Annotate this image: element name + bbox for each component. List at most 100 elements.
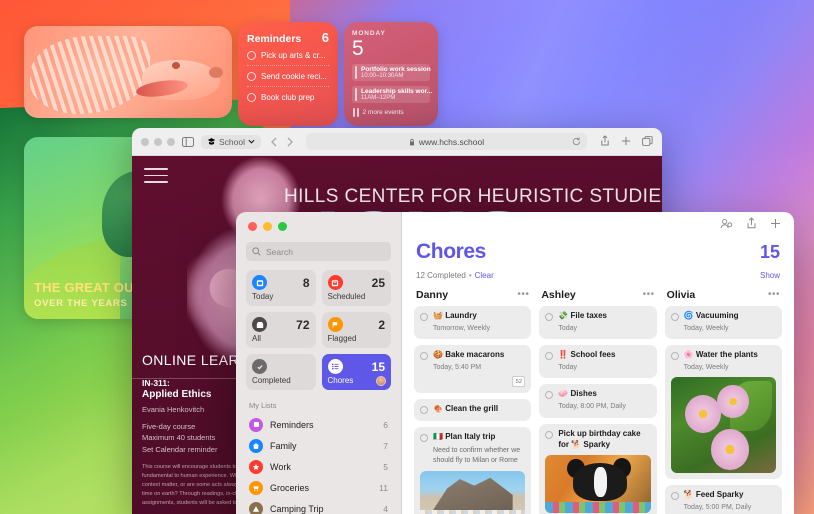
reminders-widget-item[interactable]: Book club prep: [247, 87, 329, 107]
checkbox-circle-icon[interactable]: [247, 93, 256, 102]
task-photo-dog[interactable]: [545, 455, 651, 514]
task-card[interactable]: 🌸 Water the plants Today, Weekly: [664, 345, 782, 480]
reminders-widget-item[interactable]: Send cookie reci...: [247, 66, 329, 87]
smart-list-label: Today: [252, 292, 274, 301]
tab-overview-icon[interactable]: [642, 133, 653, 151]
task-card[interactable]: ‼️ School fees Today: [539, 345, 657, 379]
minimize-button[interactable]: [263, 222, 272, 231]
share-icon[interactable]: [600, 133, 610, 151]
task-attachment-badge[interactable]: 52: [512, 376, 526, 388]
add-person-icon[interactable]: [720, 216, 733, 234]
sidebar-toggle-icon[interactable]: [182, 136, 194, 147]
show-button[interactable]: Show: [760, 271, 780, 280]
list-item-count: 4: [383, 503, 388, 514]
reminders-widget-item[interactable]: Pick up arts & cr...: [247, 45, 329, 66]
column-more-button[interactable]: •••: [643, 290, 655, 300]
safari-traffic-lights[interactable]: [141, 137, 175, 146]
smart-list-scheduled[interactable]: 25 Scheduled: [321, 270, 391, 306]
task-checkbox[interactable]: [670, 492, 679, 501]
task-photo-italy[interactable]: [420, 471, 526, 514]
search-input[interactable]: Search: [246, 242, 391, 261]
task-card[interactable]: 🧺 Laundry Tomorrow, Weekly: [414, 306, 532, 340]
task-emoji-icon: 🇮🇹: [433, 432, 443, 442]
task-checkbox[interactable]: [545, 352, 554, 361]
more-events-bars-icon: [353, 108, 359, 117]
search-icon: [252, 247, 261, 256]
task-title: 🌸 Water the plants: [684, 350, 758, 361]
task-checkbox[interactable]: [420, 352, 428, 361]
task-card[interactable]: 🧼 Dishes Today, 8:00 PM, Daily: [539, 384, 657, 418]
forward-icon: [287, 137, 293, 146]
share-icon[interactable]: [746, 216, 757, 234]
checkbox-circle-icon[interactable]: [247, 72, 256, 81]
calendar-event[interactable]: Leadership skills wor... 11AM–12PM: [352, 86, 432, 103]
task-card[interactable]: 🇮🇹 Plan Italy trip Need to confirm wheth…: [414, 427, 532, 514]
clear-button[interactable]: Clear: [475, 271, 494, 280]
dog-hair: [30, 36, 150, 114]
calendar-event-time: 10:00–10:30AM: [361, 73, 404, 79]
list-item-groceries[interactable]: Groceries 11: [246, 477, 391, 498]
smart-list-chores[interactable]: 15 Chores: [321, 354, 391, 390]
dog-nose: [209, 67, 223, 78]
hamburger-menu-icon[interactable]: [144, 168, 168, 188]
task-checkbox[interactable]: [545, 391, 554, 400]
list-item-family[interactable]: Family 7: [246, 435, 391, 456]
list-item-camping-trip[interactable]: Camping Trip 4: [246, 498, 391, 514]
smart-list-flagged[interactable]: 2 Flagged: [321, 312, 391, 348]
minimize-button[interactable]: [154, 137, 162, 146]
list-item-label: Camping Trip: [270, 503, 324, 514]
close-button[interactable]: [141, 137, 149, 146]
list-item-reminders[interactable]: Reminders 6: [246, 414, 391, 435]
task-card[interactable]: 🍖 Clean the grill: [414, 399, 532, 422]
calendar-event[interactable]: Portfolio work session 10:00–10:30AM: [352, 64, 431, 81]
task-title: Pick up birthday cake for 🐕 Sparky: [558, 428, 641, 449]
task-title: 💸 File taxes: [558, 311, 607, 322]
maximize-button[interactable]: [278, 222, 287, 231]
task-card[interactable]: 🍪 Bake macarons Today, 5:40 PM 52: [414, 345, 532, 394]
task-checkbox[interactable]: [670, 352, 679, 361]
task-checkbox[interactable]: [545, 313, 554, 321]
smart-list-today[interactable]: 8 Today: [246, 270, 316, 306]
task-checkbox[interactable]: [420, 313, 428, 321]
calendar-more-events[interactable]: 2 more events: [352, 108, 430, 117]
reminders-widget[interactable]: Reminders 6 Pick up arts & cr... Send co…: [238, 22, 338, 126]
column-more-button[interactable]: •••: [768, 290, 780, 300]
new-tab-icon[interactable]: [621, 133, 631, 151]
task-title-text: Dishes: [570, 389, 597, 399]
maximize-button[interactable]: [167, 137, 175, 146]
calendar-widget[interactable]: MONDAY 5 Portfolio work session 10:00–10…: [344, 22, 438, 126]
plus-icon[interactable]: [770, 216, 781, 234]
list-item-work[interactable]: Work 5: [246, 456, 391, 477]
safari-nav-arrows[interactable]: [271, 137, 293, 147]
task-checkbox[interactable]: [420, 406, 428, 415]
task-emoji-icon: 💸: [558, 311, 569, 320]
task-checkbox[interactable]: [420, 434, 428, 443]
smart-list-completed[interactable]: Completed: [246, 354, 316, 390]
flower-shape: [717, 385, 749, 418]
reminders-columns: Danny ••• 🧺 Laundry Tomorrow, Weekly 🍪 B…: [402, 283, 794, 514]
task-card[interactable]: 🌀 Vacuuming Today, Weekly: [664, 306, 782, 340]
address-bar[interactable]: www.hchs.school: [306, 133, 587, 150]
task-card[interactable]: 💸 File taxes Today: [539, 306, 657, 340]
search-placeholder: Search: [266, 246, 293, 257]
reminders-traffic-lights[interactable]: [246, 212, 391, 242]
inbox-icon: [252, 317, 267, 332]
task-title: 🌀 Vacuuming: [684, 311, 739, 322]
task-checkbox[interactable]: [670, 313, 679, 321]
task-card[interactable]: 🐕 Feed Sparky Today, 5:00 PM, Daily: [664, 485, 782, 514]
checkbox-circle-icon[interactable]: [247, 51, 256, 60]
task-checkbox[interactable]: [545, 430, 554, 439]
safari-toolbar-right: [600, 133, 653, 151]
tab-group-button[interactable]: School: [201, 134, 261, 149]
photo-widget-dog[interactable]: [24, 26, 232, 118]
task-photo-flowers[interactable]: [670, 377, 776, 474]
reminders-app-window[interactable]: Search 8 Today 25 Scheduled 72 All 2 Fla…: [236, 212, 794, 514]
smart-list-all[interactable]: 72 All: [246, 312, 316, 348]
flower-shape: [685, 394, 722, 434]
column-more-button[interactable]: •••: [517, 290, 529, 300]
house-icon: [249, 438, 263, 453]
task-card[interactable]: Pick up birthday cake for 🐕 Sparky: [539, 423, 657, 514]
close-button[interactable]: [248, 222, 257, 231]
reload-icon[interactable]: [572, 133, 581, 151]
task-emoji-icon: ‼️: [558, 350, 569, 360]
